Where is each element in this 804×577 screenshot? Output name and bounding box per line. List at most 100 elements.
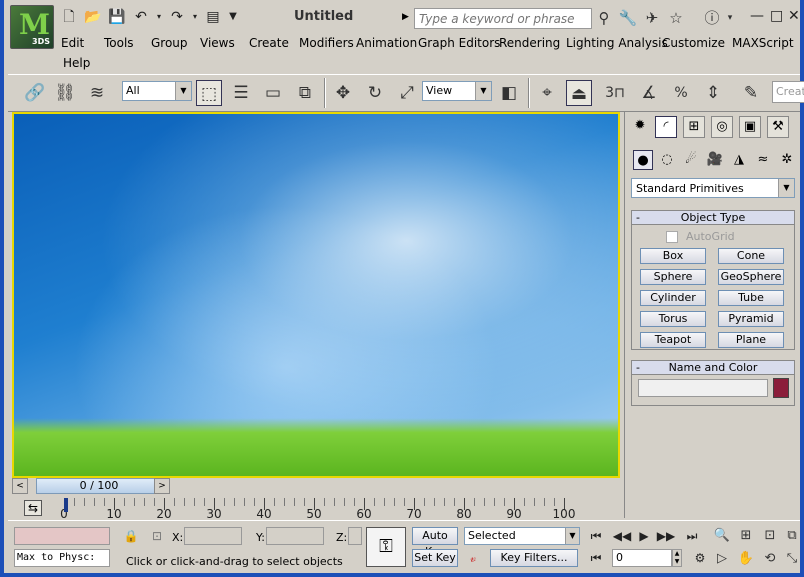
help-dropdown-icon[interactable]: ▾ <box>720 9 740 27</box>
reference-coordinate-select[interactable]: View ▼ <box>422 81 492 101</box>
help-icon[interactable]: ⓘ <box>702 9 722 27</box>
menu-animation[interactable]: Animation <box>356 36 417 50</box>
select-and-move-icon[interactable]: ✥ <box>330 80 356 106</box>
spinner-snap-icon[interactable]: ⇕ <box>700 80 726 106</box>
systems-icon[interactable]: ✲ <box>777 150 797 170</box>
pyramid-button[interactable]: Pyramid <box>718 311 784 327</box>
key-filters-button[interactable]: Key Filters... <box>490 549 578 567</box>
window-crossing-icon[interactable]: ⧉ <box>292 80 318 106</box>
x-coordinate-field[interactable] <box>184 527 242 545</box>
sun-icon[interactable]: ✹ <box>629 116 651 138</box>
unlink-selection-icon[interactable]: ⛓ <box>52 80 78 106</box>
box-button[interactable]: Box <box>640 248 706 264</box>
timeline[interactable]: ⇆ 0 10 20 30 40 50 60 70 80 90 100 <box>12 496 622 521</box>
binoculars-icon[interactable]: ⚲ <box>594 9 614 27</box>
go-to-end-icon[interactable]: ⏭ <box>682 527 702 545</box>
customize-quickaccess-icon[interactable]: ▼ <box>224 8 242 26</box>
select-and-rotate-icon[interactable]: ↻ <box>362 80 388 106</box>
maxscript-listener-output[interactable] <box>14 527 110 545</box>
pan-view-icon[interactable]: ✋ <box>736 549 756 569</box>
z-coordinate-field[interactable] <box>348 527 362 545</box>
bind-to-space-warp-icon[interactable]: ≋ <box>84 80 110 106</box>
next-frame-icon[interactable]: ▶▶ <box>656 527 676 545</box>
teapot-button[interactable]: Teapot <box>640 332 706 348</box>
redo-dropdown-icon[interactable]: ▾ <box>186 8 204 26</box>
menu-group[interactable]: Group <box>151 36 188 50</box>
cylinder-button[interactable]: Cylinder <box>640 290 706 306</box>
tube-button[interactable]: Tube <box>718 290 784 306</box>
tab-motion[interactable]: ▣ <box>739 116 761 138</box>
next-frame-icon[interactable]: > <box>154 478 170 494</box>
zoom-all-icon[interactable]: ⊞ <box>736 526 756 546</box>
lights-icon[interactable]: ☄ <box>681 150 701 170</box>
maxscript-listener-input[interactable]: Max to Physc: <box>14 549 110 567</box>
timeline-ruler[interactable]: 0 10 20 30 40 50 60 70 80 90 100 <box>60 496 575 521</box>
search-expand-icon[interactable]: ▶ <box>402 12 409 22</box>
search-input[interactable] <box>414 8 592 29</box>
favorites-star-icon[interactable]: ☆ <box>666 9 686 27</box>
auto-key-button[interactable]: Auto Key <box>412 527 458 558</box>
key-mode-select[interactable]: Selected ▼ <box>464 527 580 545</box>
menu-help[interactable]: Help <box>63 56 90 70</box>
menu-customize[interactable]: Customize <box>662 36 725 50</box>
torus-button[interactable]: Torus <box>640 311 706 327</box>
y-coordinate-field[interactable] <box>266 527 324 545</box>
menu-maxscript[interactable]: MAXScript <box>732 36 794 50</box>
minimize-icon[interactable]: — <box>750 8 764 24</box>
field-of-view-icon[interactable]: ▷ <box>712 549 732 569</box>
time-configuration-icon[interactable]: ⚙ <box>690 549 710 567</box>
keyboard-shortcut-override-icon[interactable]: ⏏ <box>566 80 592 106</box>
angle-snap-icon[interactable]: ∡ <box>636 80 662 106</box>
selection-lock-icon[interactable]: 🔒 <box>122 527 140 545</box>
communication-center-icon[interactable]: ✈ <box>642 9 662 27</box>
mini-curve-editor-icon[interactable]: ⇆ <box>24 500 42 516</box>
previous-frame-icon[interactable]: < <box>12 478 28 494</box>
frame-spinner-icon[interactable]: ▲ ▼ <box>672 549 682 567</box>
undo-icon[interactable]: ↶ <box>132 8 150 26</box>
set-keys-icon[interactable]: ⚿ <box>366 527 406 567</box>
frame-counter[interactable]: 0 / 100 <box>36 478 162 494</box>
absolute-mode-icon[interactable]: ⊡ <box>148 527 166 545</box>
play-icon[interactable]: ▶ <box>634 527 654 545</box>
default-tangents-icon[interactable]: 𝓋 <box>464 549 482 567</box>
select-and-scale-icon[interactable]: ⤢ <box>394 80 420 106</box>
set-key-button[interactable]: Set Key <box>412 549 458 567</box>
menu-modifiers[interactable]: Modifiers <box>299 36 354 50</box>
menu-edit[interactable]: Edit <box>61 36 84 50</box>
menu-create[interactable]: Create <box>249 36 289 50</box>
key-mode-toggle-icon[interactable]: ⏮ <box>586 549 606 567</box>
redo-icon[interactable]: ↷ <box>168 8 186 26</box>
zoom-extents-all-icon[interactable]: ⧉ <box>782 526 802 546</box>
menu-lighting-analysis[interactable]: Lighting Analysis <box>566 36 668 50</box>
select-object-icon[interactable]: ⬚ <box>196 80 222 106</box>
close-icon[interactable]: ✕ <box>788 8 800 24</box>
cameras-icon[interactable]: 🎥 <box>705 150 725 170</box>
go-to-start-icon[interactable]: ⏮ <box>586 527 606 545</box>
geosphere-button[interactable]: GeoSphere <box>718 269 784 285</box>
edit-named-selection-icon[interactable]: ✎ <box>738 80 764 106</box>
menu-views[interactable]: Views <box>200 36 235 50</box>
maximize-viewport-icon[interactable]: ⤡ <box>782 549 802 569</box>
rectangular-selection-icon[interactable]: ▭ <box>260 80 286 106</box>
menu-graph-editors[interactable]: Graph Editors <box>418 36 500 50</box>
object-color-swatch[interactable] <box>773 378 789 398</box>
subscription-icon[interactable]: 🔧 <box>618 9 638 27</box>
perspective-viewport[interactable] <box>12 112 620 478</box>
object-type-header[interactable]: - Object Type <box>632 211 794 225</box>
snaps-toggle-icon[interactable]: 3⊓ <box>602 80 628 106</box>
save-file-icon[interactable]: 💾 <box>108 8 126 26</box>
previous-frame-icon[interactable]: ◀◀ <box>612 527 632 545</box>
undo-dropdown-icon[interactable]: ▾ <box>150 8 168 26</box>
object-name-input[interactable] <box>638 379 768 397</box>
tab-hierarchy[interactable]: ◎ <box>711 116 733 138</box>
select-and-manipulate-icon[interactable]: ⌖ <box>534 80 560 106</box>
geometry-icon[interactable]: ● <box>633 150 653 170</box>
shapes-icon[interactable]: ◌ <box>657 150 677 170</box>
name-and-color-header[interactable]: - Name and Color <box>632 361 794 375</box>
select-by-name-icon[interactable]: ☰ <box>228 80 254 106</box>
menu-tools[interactable]: Tools <box>104 36 134 50</box>
autogrid-checkbox[interactable]: AutoGrid <box>666 230 735 243</box>
tab-create[interactable]: ◜ <box>655 116 677 138</box>
time-slider[interactable]: < 0 / 100 > <box>12 478 172 494</box>
space-warps-icon[interactable]: ≈ <box>753 150 773 170</box>
